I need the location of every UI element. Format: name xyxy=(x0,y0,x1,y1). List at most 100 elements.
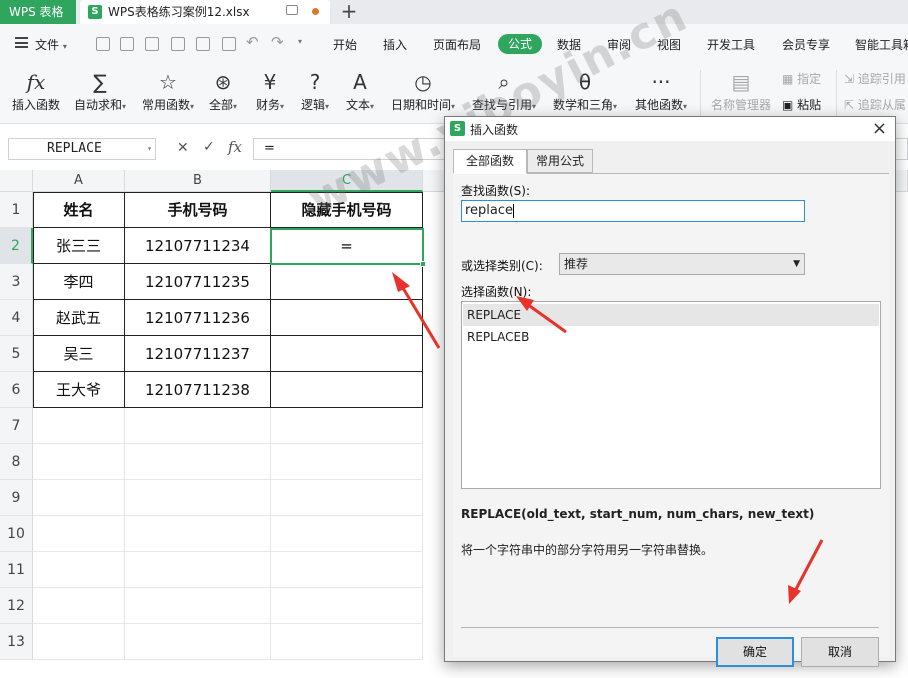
empty-cell[interactable] xyxy=(125,480,271,516)
redo-icon[interactable]: ↷ xyxy=(271,33,284,51)
table-cell[interactable] xyxy=(271,300,423,336)
empty-cell[interactable] xyxy=(125,444,271,480)
empty-cell[interactable] xyxy=(33,552,125,588)
app-tab-wps-sheets[interactable]: WPS 表格 xyxy=(0,0,76,24)
financial-button[interactable]: ¥ 财务▾ xyxy=(251,68,289,120)
tab-all-functions[interactable]: 全部函数 xyxy=(453,149,527,174)
list-item-replace[interactable]: REPLACE xyxy=(463,304,879,326)
select-all-corner[interactable] xyxy=(0,170,33,192)
empty-cell[interactable] xyxy=(33,624,125,660)
empty-cell[interactable] xyxy=(33,588,125,624)
logical-button[interactable]: ? 逻辑▾ xyxy=(296,68,334,120)
empty-cell[interactable] xyxy=(33,408,125,444)
empty-cell[interactable] xyxy=(125,516,271,552)
save-icon[interactable] xyxy=(145,37,159,51)
row-header[interactable]: 5 xyxy=(0,336,33,372)
empty-cell[interactable] xyxy=(33,516,125,552)
table-cell[interactable]: 12107711237 xyxy=(125,336,271,372)
table-cell[interactable] xyxy=(271,336,423,372)
name-box[interactable]: REPLACE ▾ xyxy=(8,138,156,160)
row-header[interactable]: 3 xyxy=(0,264,33,300)
empty-cell[interactable] xyxy=(271,480,423,516)
new-doc-icon[interactable] xyxy=(96,37,110,51)
formula-fx-icon[interactable]: fx xyxy=(228,138,242,156)
empty-cell[interactable] xyxy=(33,444,125,480)
row-header[interactable]: 12 xyxy=(0,588,33,624)
print-preview-icon[interactable] xyxy=(222,37,236,51)
row-header[interactable]: 8 xyxy=(0,444,33,480)
empty-cell[interactable] xyxy=(271,624,423,660)
confirm-formula-icon[interactable]: ✓ xyxy=(203,139,215,155)
new-tab-button[interactable]: + xyxy=(340,0,358,24)
cancel-formula-icon[interactable]: ✕ xyxy=(177,140,189,156)
row-header[interactable]: 7 xyxy=(0,408,33,444)
row-header[interactable]: 9 xyxy=(0,480,33,516)
function-list[interactable]: REPLACE REPLACEB xyxy=(461,301,881,489)
all-functions-button[interactable]: ⊛ 全部▾ xyxy=(205,68,241,120)
menu-smart-tools[interactable]: 智能工具箱 xyxy=(855,36,908,53)
menu-developer[interactable]: 开发工具 xyxy=(707,36,755,53)
open-folder-icon[interactable] xyxy=(120,37,134,51)
empty-cell[interactable] xyxy=(271,588,423,624)
row-header[interactable]: 13 xyxy=(0,624,33,660)
table-cell[interactable]: 吴三 xyxy=(33,336,125,372)
empty-cell[interactable] xyxy=(125,624,271,660)
menu-home[interactable]: 开始 xyxy=(333,36,357,53)
empty-cell[interactable] xyxy=(125,552,271,588)
specify-button[interactable]: ▦ 指定 xyxy=(782,70,821,87)
text-functions-button[interactable]: A 文本▾ xyxy=(341,68,379,120)
dropdown-arrow-icon[interactable]: ▼ xyxy=(793,254,800,274)
table-cell[interactable]: 李四 xyxy=(33,264,125,300)
trace-dependents-button[interactable]: ⇱ 追踪从属 xyxy=(844,96,906,113)
row-header[interactable]: 1 xyxy=(0,192,33,228)
print-icon[interactable] xyxy=(196,37,210,51)
table-cell[interactable]: 12107711235 xyxy=(125,264,271,300)
common-functions-button[interactable]: ☆ 常用函数▾ xyxy=(137,68,199,120)
table-cell[interactable]: 赵武五 xyxy=(33,300,125,336)
name-box-dropdown-icon[interactable]: ▾ xyxy=(147,139,152,159)
quick-access-dropdown-icon[interactable]: ▾ xyxy=(298,37,302,46)
insert-function-button[interactable]: fx 插入函数 xyxy=(6,68,66,120)
row-header[interactable]: 2 xyxy=(0,228,33,264)
empty-cell[interactable] xyxy=(271,408,423,444)
cancel-button[interactable]: 取消 xyxy=(801,637,879,667)
tab-common-formulas[interactable]: 常用公式 xyxy=(527,149,593,173)
table-cell[interactable] xyxy=(271,372,423,408)
table-cell[interactable]: 12107711236 xyxy=(125,300,271,336)
menu-member[interactable]: 会员专享 xyxy=(782,36,830,53)
table-cell[interactable]: 张三三 xyxy=(33,228,125,264)
empty-cell[interactable] xyxy=(125,408,271,444)
table-header-cell[interactable]: 姓名 xyxy=(33,192,125,228)
table-cell[interactable]: 12107711234 xyxy=(125,228,271,264)
file-menu[interactable]: 文件 ▾ xyxy=(35,36,67,53)
search-function-input[interactable]: replace xyxy=(461,200,805,222)
close-icon[interactable]: × xyxy=(872,117,887,141)
hamburger-icon[interactable] xyxy=(15,37,28,48)
menu-page-layout[interactable]: 页面布局 xyxy=(433,36,481,53)
row-header[interactable]: 10 xyxy=(0,516,33,552)
table-header-cell[interactable]: 手机号码 xyxy=(125,192,271,228)
menu-formulas[interactable]: 公式 xyxy=(498,34,542,54)
list-item-replaceb[interactable]: REPLACEB xyxy=(463,326,879,348)
undo-icon[interactable]: ↶ xyxy=(246,33,259,51)
menu-insert[interactable]: 插入 xyxy=(383,36,407,53)
active-cell-c2[interactable] xyxy=(270,228,426,267)
ok-button[interactable]: 确定 xyxy=(716,637,794,667)
column-header-b[interactable]: B xyxy=(125,170,271,192)
empty-cell[interactable] xyxy=(271,516,423,552)
table-cell[interactable] xyxy=(271,264,423,300)
row-header[interactable]: 11 xyxy=(0,552,33,588)
row-header[interactable]: 6 xyxy=(0,372,33,408)
name-manager-button[interactable]: ▤ 名称管理器 xyxy=(708,68,774,120)
autosum-button[interactable]: ∑ 自动求和▾ xyxy=(70,68,130,120)
row-header[interactable]: 4 xyxy=(0,300,33,336)
paste-button[interactable]: ▣ 粘贴 xyxy=(782,96,821,113)
export-pdf-icon[interactable] xyxy=(171,37,185,51)
column-header-a[interactable]: A xyxy=(33,170,125,192)
empty-cell[interactable] xyxy=(271,444,423,480)
dialog-title-bar[interactable]: S 插入函数 × xyxy=(445,117,895,141)
monitor-icon[interactable] xyxy=(286,5,298,15)
trace-precedents-button[interactable]: ⇲ 追踪引用 xyxy=(844,70,906,87)
fill-handle[interactable] xyxy=(420,261,426,267)
empty-cell[interactable] xyxy=(271,552,423,588)
